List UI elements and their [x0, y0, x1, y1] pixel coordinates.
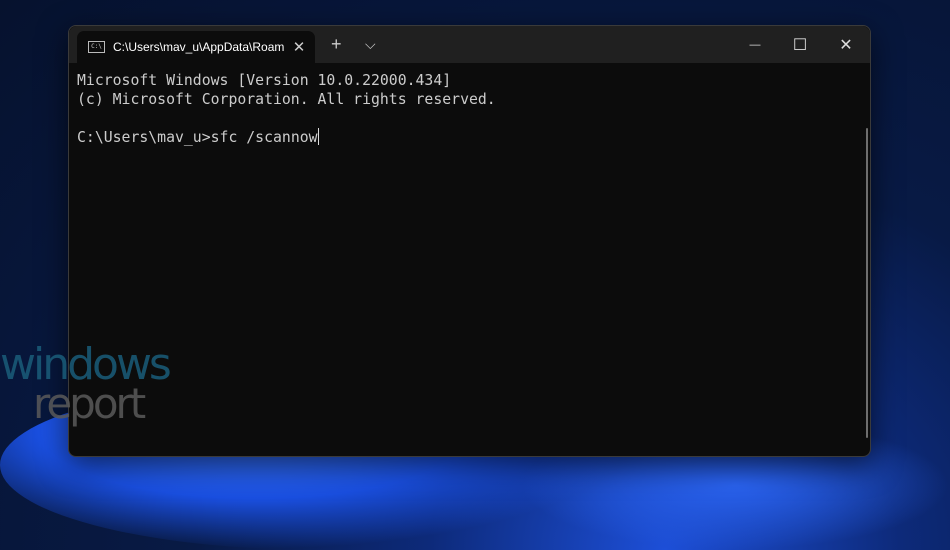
new-tab-button[interactable]: + — [331, 34, 342, 54]
minimize-button[interactable]: — — [732, 26, 778, 63]
title-bar[interactable]: C:\ C:\Users\mav_u\AppData\Roam ✕ + ⌵ — … — [69, 26, 870, 63]
text-cursor — [317, 128, 319, 145]
terminal-window: C:\ C:\Users\mav_u\AppData\Roam ✕ + ⌵ — … — [68, 25, 871, 457]
chevron-down-icon[interactable]: ⌵ — [365, 34, 376, 54]
command-line[interactable]: C:\Users\mav_u>sfc /scannow — [77, 128, 870, 147]
output-line: Microsoft Windows [Version 10.0.22000.43… — [77, 72, 452, 89]
cmd-icon: C:\ — [88, 41, 105, 53]
output-line: (c) Microsoft Corporation. All rights re… — [77, 91, 496, 108]
terminal-output[interactable]: Microsoft Windows [Version 10.0.22000.43… — [69, 63, 870, 147]
prompt: C:\Users\mav_u> — [77, 129, 211, 146]
tab-title: C:\Users\mav_u\AppData\Roam — [113, 40, 285, 54]
tab-close-icon[interactable]: ✕ — [289, 38, 309, 56]
maximize-button[interactable]: ☐ — [777, 26, 823, 63]
close-button[interactable]: ✕ — [823, 26, 869, 63]
scrollbar[interactable] — [866, 128, 868, 438]
command-input[interactable]: sfc /scannow — [211, 129, 318, 146]
tab-cmd[interactable]: C:\ C:\Users\mav_u\AppData\Roam ✕ — [77, 31, 315, 63]
